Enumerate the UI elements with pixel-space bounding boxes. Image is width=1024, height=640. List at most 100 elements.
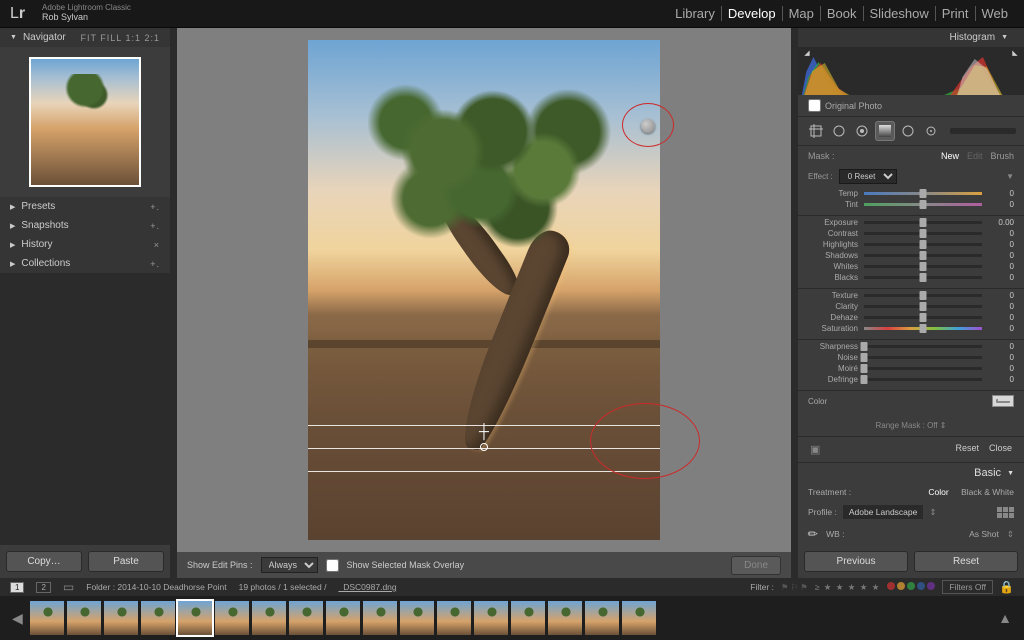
color-label-filter[interactable] (886, 582, 936, 592)
left-panel-edge[interactable] (170, 28, 177, 578)
slider-temp[interactable]: Temp0 (808, 189, 1014, 198)
slider-dehaze[interactable]: Dehaze0 (808, 313, 1014, 322)
module-book[interactable]: Book (820, 6, 863, 21)
previous-button[interactable]: Previous (804, 551, 908, 572)
filmstrip-thumb[interactable] (141, 601, 175, 635)
slider-texture[interactable]: Texture0 (808, 291, 1014, 300)
photo-preview[interactable]: ┼ (308, 40, 660, 540)
navigator-header[interactable]: ▼ Navigator FIT FILL 1:1 2:1 (0, 28, 170, 47)
paste-button[interactable]: Paste (88, 551, 164, 572)
original-photo-checkbox[interactable] (808, 99, 821, 112)
navigator-thumbnail[interactable] (29, 57, 141, 187)
flag-filters[interactable]: ⚑⚐⚑ (780, 582, 809, 593)
panel-presets[interactable]: ▶Presets+. (0, 197, 170, 216)
mask-tab-edit[interactable]: Edit (967, 151, 983, 161)
done-button[interactable]: Done (731, 556, 781, 575)
filmstrip-thumb[interactable] (437, 601, 471, 635)
panel-disclosure-icon[interactable]: ▼ (1006, 172, 1014, 181)
mask-tab-new[interactable]: New (941, 151, 959, 161)
tool-close-button[interactable]: Close (989, 443, 1012, 456)
treatment-color[interactable]: Color (928, 487, 948, 497)
gradient-center-handle[interactable]: ┼ (479, 423, 489, 439)
module-print[interactable]: Print (935, 6, 975, 21)
histogram[interactable]: ◢ ◣ R 17.2 G 13.2 B 12.0 % (798, 47, 1024, 95)
filmstrip-thumb[interactable] (289, 601, 323, 635)
filmstrip-thumb[interactable] (30, 601, 64, 635)
redeye-tool-icon[interactable] (852, 121, 872, 141)
slider-whites[interactable]: Whites0 (808, 262, 1014, 271)
module-develop[interactable]: Develop (721, 6, 782, 21)
filmstrip-thumb[interactable] (326, 601, 360, 635)
spot-tool-icon[interactable] (829, 121, 849, 141)
module-web[interactable]: Web (975, 6, 1015, 21)
filmstrip-thumb[interactable] (622, 601, 656, 635)
slider-exposure[interactable]: Exposure0.00 (808, 218, 1014, 227)
mask-tab-brush[interactable]: Brush (990, 151, 1014, 161)
second-monitor-icon[interactable]: ▭ (63, 580, 74, 594)
adjustment-pin[interactable] (641, 119, 655, 133)
slider-contrast[interactable]: Contrast0 (808, 229, 1014, 238)
right-panel-edge[interactable] (791, 28, 798, 578)
filmstrip-thumb[interactable] (104, 601, 138, 635)
module-slideshow[interactable]: Slideshow (863, 6, 935, 21)
brush-tool-icon[interactable] (921, 121, 941, 141)
module-map[interactable]: Map (782, 6, 820, 21)
slider-tint[interactable]: Tint0 (808, 200, 1014, 209)
filmstrip-thumb[interactable] (474, 601, 508, 635)
clip-highlights-icon[interactable]: ◣ (1010, 49, 1020, 59)
filmstrip-thumb[interactable] (252, 601, 286, 635)
filmstrip-prev-icon[interactable]: ◀ (8, 610, 27, 627)
module-library[interactable]: Library (669, 6, 721, 21)
slider-blacks[interactable]: Blacks0 (808, 273, 1014, 282)
wb-dropper-icon[interactable]: ✎ (805, 525, 822, 542)
copy-button[interactable]: Copy… (6, 551, 82, 572)
tool-strip-slider[interactable] (950, 128, 1016, 134)
slider-moiré[interactable]: Moiré0 (808, 364, 1014, 373)
filmstrip-thumb[interactable] (548, 601, 582, 635)
histogram-header[interactable]: Histogram ▼ (798, 28, 1024, 47)
basic-panel-header[interactable]: Basic ▼ (798, 462, 1024, 483)
effect-select[interactable]: 0 Reset (839, 169, 897, 184)
canvas[interactable]: ┼ (177, 28, 791, 552)
filter-lock-icon[interactable]: 🔒 (999, 580, 1014, 594)
clip-shadows-icon[interactable]: ◢ (802, 49, 812, 59)
filmstrip-thumb[interactable] (400, 601, 434, 635)
slider-noise[interactable]: Noise0 (808, 353, 1014, 362)
slider-saturation[interactable]: Saturation0 (808, 324, 1014, 333)
slider-highlights[interactable]: Highlights0 (808, 240, 1014, 249)
panel-history[interactable]: ▶History× (0, 235, 170, 254)
color-swatch[interactable] (992, 395, 1014, 407)
panel-snapshots[interactable]: ▶Snapshots+. (0, 216, 170, 235)
reset-button[interactable]: Reset (914, 551, 1018, 572)
panel-switch-icon[interactable]: ▣ (810, 443, 820, 456)
filmstrip-thumb[interactable] (585, 601, 619, 635)
filmstrip-thumb[interactable] (67, 601, 101, 635)
filmstrip-size-icon[interactable]: ▲ (994, 610, 1016, 626)
gradient-tool-icon[interactable] (875, 121, 895, 141)
gradient-rotate-handle[interactable] (480, 443, 488, 451)
slider-defringe[interactable]: Defringe0 (808, 375, 1014, 384)
wb-select[interactable]: As Shot (969, 529, 999, 539)
overlay-checkbox[interactable] (326, 559, 339, 572)
profile-select[interactable]: Adobe Landscape (843, 505, 924, 519)
slider-shadows[interactable]: Shadows0 (808, 251, 1014, 260)
rating-filter[interactable]: ≥ ★ ★ ★ ★ ★ (815, 582, 881, 593)
original-photo-row[interactable]: Original Photo (798, 95, 1024, 116)
filmstrip-thumb[interactable] (511, 601, 545, 635)
panel-collections[interactable]: ▶Collections+. (0, 254, 170, 273)
folder-path[interactable]: Folder : 2014-10-10 Deadhorse Point (86, 582, 226, 592)
treatment-bw[interactable]: Black & White (961, 487, 1014, 497)
slider-sharpness[interactable]: Sharpness0 (808, 342, 1014, 351)
filters-off-button[interactable]: Filters Off (942, 580, 993, 594)
filmstrip-thumb[interactable] (178, 601, 212, 635)
profile-browser-icon[interactable] (997, 507, 1014, 518)
filmstrip-thumb[interactable] (363, 601, 397, 635)
radial-tool-icon[interactable] (898, 121, 918, 141)
gradient-bottom-line[interactable] (308, 471, 660, 472)
tool-reset-button[interactable]: Reset (955, 443, 979, 456)
view-mode-1[interactable]: 1 (10, 582, 24, 593)
show-pins-select[interactable]: Always (261, 557, 318, 573)
crop-tool-icon[interactable] (806, 121, 826, 141)
filename[interactable]: _DSC0987.dng (339, 582, 397, 592)
navigator-zoom-options[interactable]: FIT FILL 1:1 2:1 (80, 33, 160, 43)
